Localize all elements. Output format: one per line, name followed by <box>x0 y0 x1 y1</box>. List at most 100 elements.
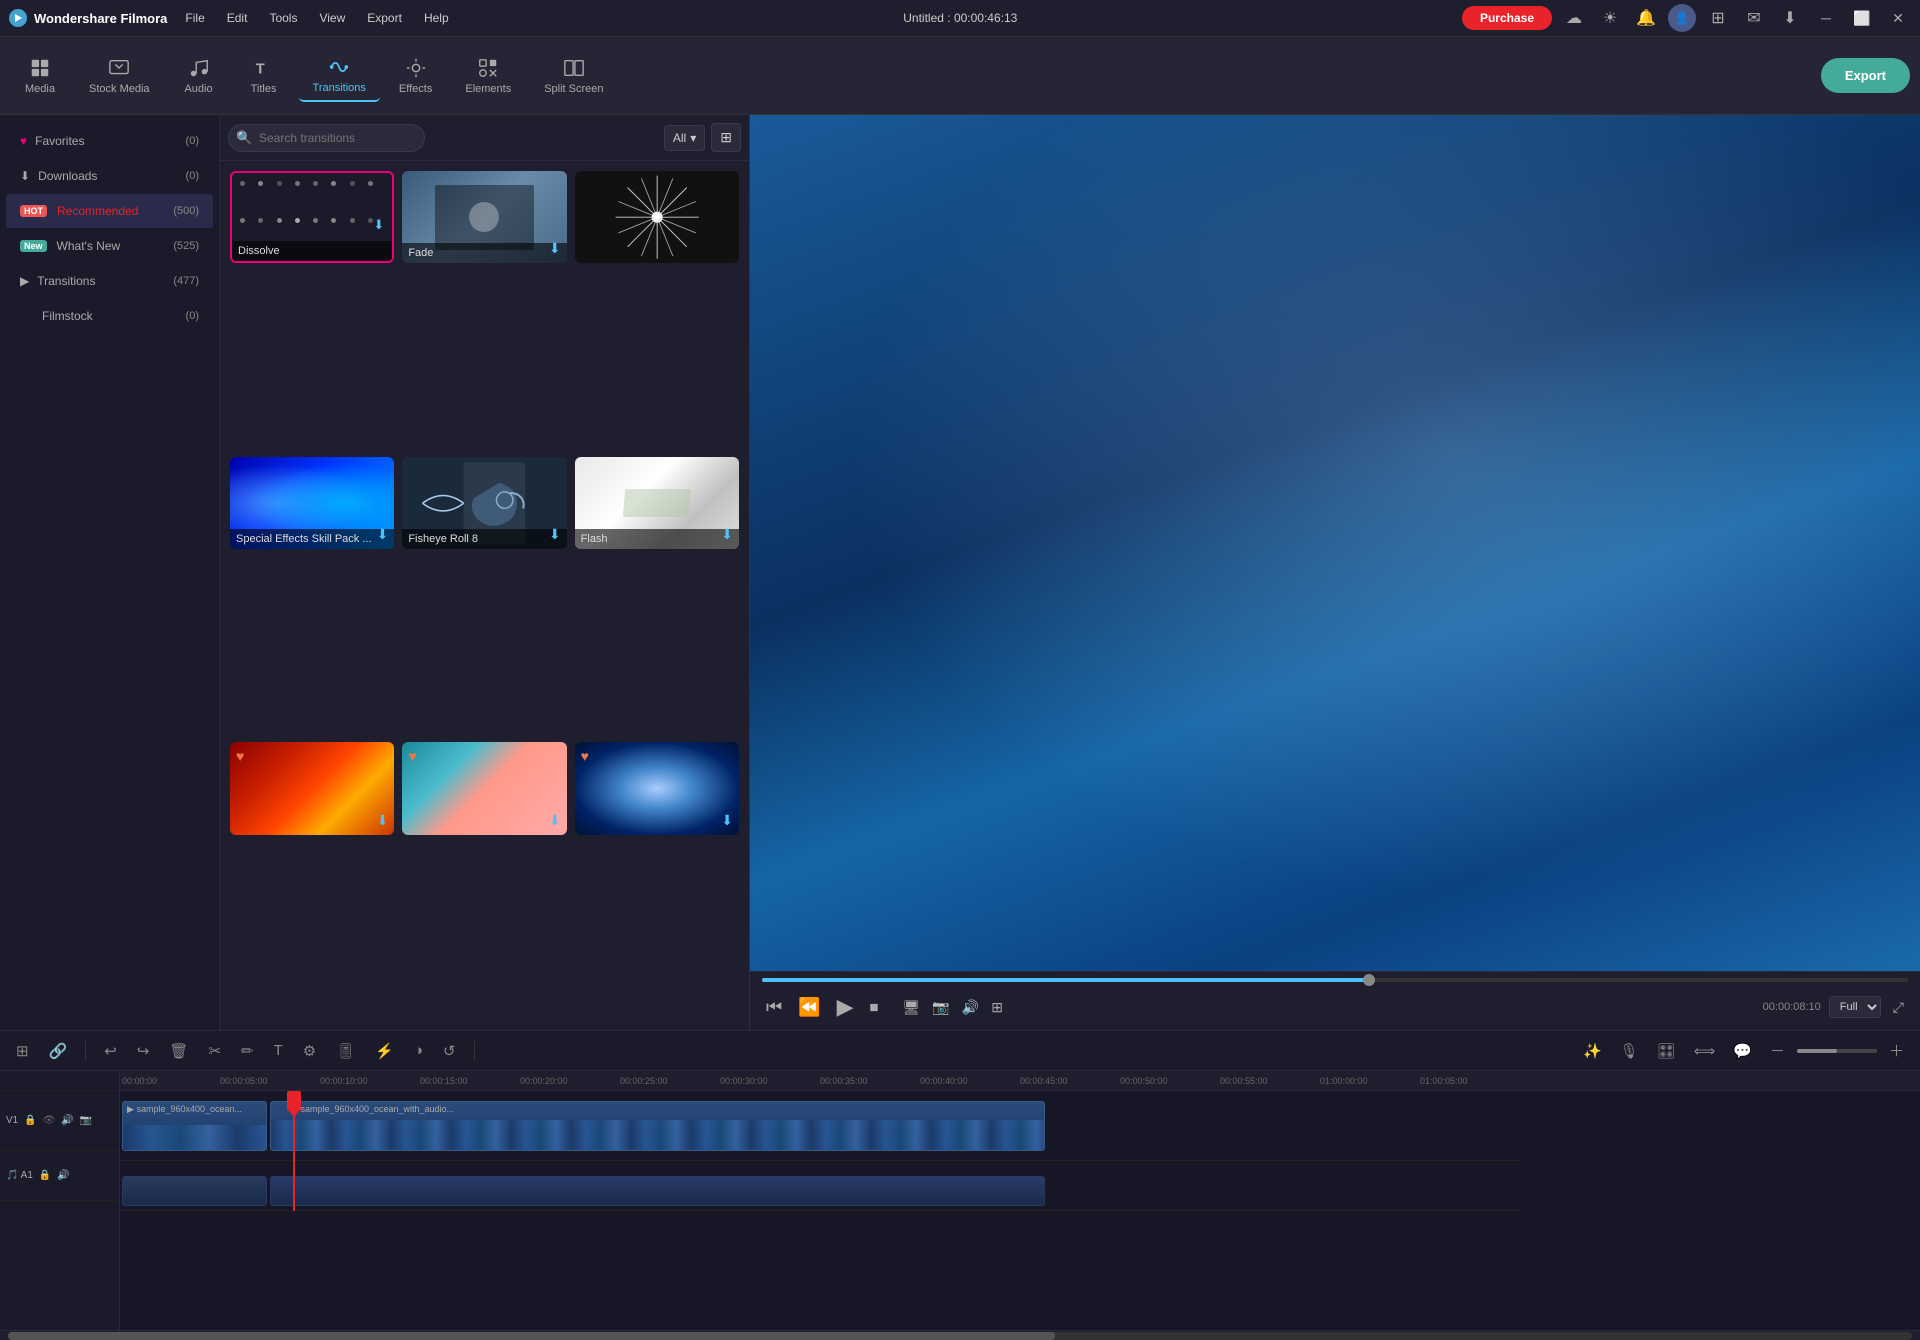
cloud-icon[interactable]: ☁ <box>1560 4 1588 32</box>
mask-button[interactable]: ◑ <box>408 1038 429 1063</box>
audio-adjust-button[interactable]: 🎛 <box>1651 1038 1682 1064</box>
notification-icon[interactable]: 🔔 <box>1632 4 1660 32</box>
add-media-button[interactable]: ⊞ <box>10 1038 35 1064</box>
audio-clip-2[interactable] <box>270 1176 1045 1206</box>
ruler-mark-5: 00:00:05:00 <box>220 1076 268 1086</box>
prev-frame-button[interactable]: ⏪ <box>794 993 824 1022</box>
lightburst-premium-icon: ♥ <box>581 748 589 764</box>
effects-track-button[interactable]: ✨ <box>1577 1038 1608 1064</box>
track-v1-camera[interactable]: 📷 <box>78 1113 94 1128</box>
subtitle-button[interactable]: 💬 <box>1727 1038 1758 1064</box>
maximize-button[interactable]: ⬜ <box>1848 4 1876 32</box>
brightness-icon[interactable]: ☀ <box>1596 4 1624 32</box>
cut-button[interactable]: ✂ <box>202 1038 227 1064</box>
fire-premium-icon: ♥ <box>236 748 244 764</box>
mail-icon[interactable]: ✉ <box>1740 4 1768 32</box>
transition-fire[interactable]: ♥ ⬇ <box>230 742 394 834</box>
rewind-button[interactable]: ⏮ <box>762 993 786 1022</box>
delete-button[interactable]: 🗑 <box>163 1038 194 1064</box>
zoom-slider[interactable] <box>1797 1049 1877 1053</box>
bottom-scrollbar[interactable] <box>0 1330 1920 1340</box>
redo-button[interactable]: ↪ <box>131 1038 156 1064</box>
close-button[interactable]: ✕ <box>1884 4 1912 32</box>
geo-premium-icon: ♥ <box>408 748 416 764</box>
monitor-button[interactable]: 🖥 <box>899 995 925 1020</box>
play-button[interactable]: ▶ <box>833 990 858 1024</box>
link-button[interactable]: 🔗 <box>43 1038 74 1064</box>
track-a1-audio[interactable]: 🔊 <box>55 1168 71 1183</box>
toolbar-media[interactable]: Media <box>10 51 70 101</box>
menu-export[interactable]: Export <box>357 7 412 29</box>
transition-special-effects[interactable]: Special Effects Skill Pack ... ⬇ <box>230 457 394 549</box>
sidebar-item-whats-new[interactable]: New What's New (525) <box>6 229 213 263</box>
playhead[interactable] <box>293 1091 295 1211</box>
track-v1-lock[interactable]: 🔒 <box>22 1113 38 1128</box>
toolbar-stock-media[interactable]: Stock Media <box>75 51 164 101</box>
volume-button[interactable]: 🔊 <box>958 995 983 1020</box>
undo-button[interactable]: ↩ <box>98 1038 123 1064</box>
minus-zoom-button[interactable]: － <box>1764 1036 1791 1065</box>
export-button[interactable]: Export <box>1821 58 1910 93</box>
download-icon[interactable]: ⬇ <box>1776 4 1804 32</box>
tl-separator-1 <box>85 1041 86 1061</box>
plus-zoom-button[interactable]: ＋ <box>1883 1036 1910 1065</box>
filter-dropdown[interactable]: All ▾ <box>664 125 705 151</box>
pen-button[interactable]: ✏ <box>235 1038 260 1064</box>
menu-view[interactable]: View <box>309 7 355 29</box>
menu-help[interactable]: Help <box>414 7 459 29</box>
progress-thumb[interactable] <box>1363 974 1375 986</box>
menu-edit[interactable]: Edit <box>217 7 258 29</box>
timeline-tracks[interactable]: 00:00:00 00:00:05:00 00:00:10:00 00:00:1… <box>120 1071 1920 1330</box>
toolbar-split-screen[interactable]: Split Screen <box>530 51 617 101</box>
menu-tools[interactable]: Tools <box>259 7 307 29</box>
audio-clip-1[interactable] <box>122 1176 267 1206</box>
progress-track[interactable] <box>762 978 1908 982</box>
video-clip-1[interactable]: ▶ sample_960x400_ocean... <box>122 1101 267 1151</box>
screenshot-button[interactable]: 📷 <box>928 995 953 1020</box>
grid-view-button[interactable]: ⊞ <box>711 123 741 152</box>
toolbar-transitions[interactable]: Transitions <box>299 50 380 102</box>
text-button[interactable]: T <box>268 1038 289 1063</box>
transition-fisheye-roll[interactable]: Fisheye Roll 8 ⬇ <box>402 457 566 549</box>
minimize-button[interactable]: ─ <box>1812 4 1840 32</box>
download-sidebar-icon: ⬇ <box>20 169 30 183</box>
menu-file[interactable]: File <box>175 7 214 29</box>
video-clip-2[interactable]: ▶ sample_960x400_ocean_with_audio... <box>270 1101 1045 1151</box>
transition-geo[interactable]: ♥ ⬇ <box>402 742 566 834</box>
sidebar-item-favorites[interactable]: ♥ Favorites (0) <box>6 124 213 158</box>
app-logo: Wondershare Filmora <box>8 8 167 28</box>
track-v1-eye[interactable]: 👁 <box>41 1113 58 1128</box>
speed-button[interactable]: ⚡ <box>369 1038 400 1064</box>
fullscreen-button[interactable]: ⤢ <box>1889 995 1908 1020</box>
sidebar-item-recommended[interactable]: HOT Recommended (500) <box>6 194 213 228</box>
transition-fade[interactable]: Fade ⬇ <box>402 171 566 263</box>
transition-lightburst[interactable]: ♥ ⬇ <box>575 742 739 834</box>
transition-starburst[interactable] <box>575 171 739 263</box>
transition-dissolve[interactable]: ⬇ Dissolve <box>230 171 394 263</box>
split-audio-button[interactable]: ⟺ <box>1688 1038 1722 1064</box>
search-input[interactable] <box>228 124 425 152</box>
avatar-icon[interactable]: 👤 <box>1668 4 1696 32</box>
audio-mix-button[interactable]: 🎚 <box>330 1038 361 1064</box>
toolbar-audio[interactable]: Audio <box>169 51 229 101</box>
stop-button[interactable]: ⏹ <box>866 993 883 1022</box>
toolbar-elements[interactable]: Elements <box>451 51 525 101</box>
voiceover-button[interactable]: 🎙 <box>1614 1038 1645 1064</box>
sidebar-item-downloads[interactable]: ⬇ Downloads (0) <box>6 159 213 193</box>
quality-select[interactable]: Full 1/2 1/4 <box>1829 996 1881 1018</box>
track-v1-audio[interactable]: 🔊 <box>59 1113 75 1128</box>
timeline: ⊞ 🔗 ↩ ↪ 🗑 ✂ ✏ T ⚙ 🎚 ⚡ ◑ ↺ ✨ 🎙 🎛 ⟺ 💬 － ＋ <box>0 1030 1920 1340</box>
projects-icon[interactable]: ⊞ <box>1704 4 1732 32</box>
layout-button[interactable]: ⊞ <box>987 995 1007 1020</box>
toolbar-effects[interactable]: Effects <box>385 51 446 101</box>
purchase-button[interactable]: Purchase <box>1462 6 1552 30</box>
toolbar-titles[interactable]: T Titles <box>234 51 294 101</box>
sidebar-item-filmstock[interactable]: Filmstock (0) <box>6 299 213 333</box>
more-button[interactable]: ↺ <box>437 1038 462 1064</box>
ruler: 00:00:00 00:00:05:00 00:00:10:00 00:00:1… <box>120 1071 1920 1091</box>
transition-flash[interactable]: Flash ⬇ <box>575 457 739 549</box>
adjust-button[interactable]: ⚙ <box>297 1038 322 1064</box>
track-a1-lock[interactable]: 🔒 <box>37 1168 53 1183</box>
scrollbar-thumb[interactable] <box>8 1332 1055 1340</box>
sidebar-item-transitions[interactable]: ▶ Transitions (477) <box>6 264 213 298</box>
